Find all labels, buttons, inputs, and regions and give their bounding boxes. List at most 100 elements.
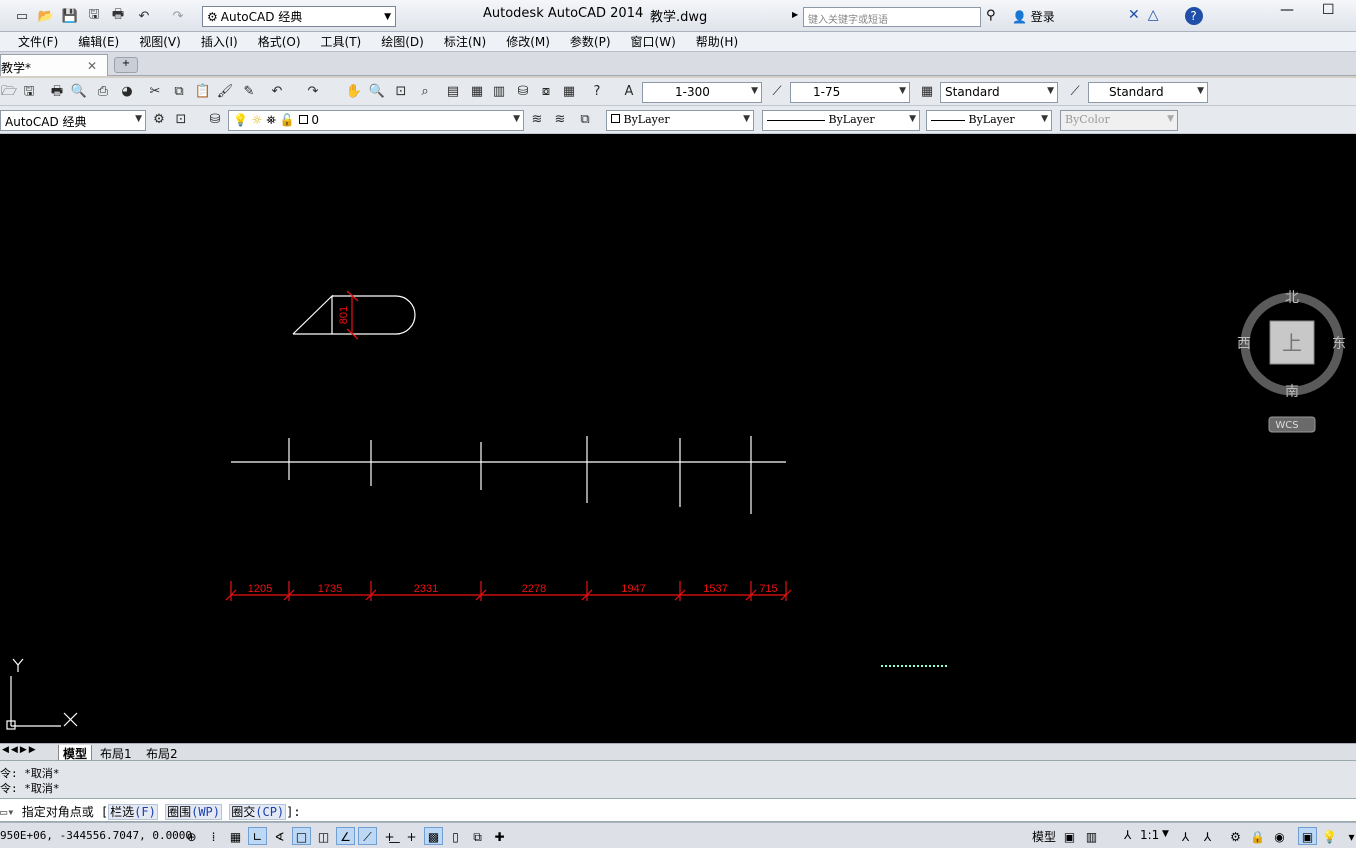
make-current-icon[interactable]: ≋ <box>528 111 546 129</box>
dim-style-icon[interactable]: ⟋ <box>768 83 786 101</box>
linetype-select[interactable]: ByLayer ▼ <box>762 110 920 131</box>
workspace-select[interactable]: ⚙ AutoCAD 经典 ▼ <box>202 6 396 27</box>
coordinates-readout[interactable]: 950E+06, -344556.7047, 0.0000 <box>0 829 192 842</box>
plot-icon[interactable]: 🖶 <box>108 6 128 26</box>
command-line[interactable]: ▭▾ 指定对角点或 [栏选(F) 圈围(WP) 圈交(CP)]: <box>0 798 1356 822</box>
dim-scale-select[interactable]: 1-75 ▼ <box>790 82 910 103</box>
menu-window[interactable]: 窗口(W) <box>631 33 676 50</box>
color-select[interactable]: ByLayer ▼ <box>606 110 754 131</box>
help-icon[interactable]: ? <box>1184 7 1203 25</box>
tool-palettes-icon[interactable]: ▥ <box>490 83 508 101</box>
menu-insert[interactable]: 插入(I) <box>201 33 238 50</box>
quick-properties-icon[interactable]: ▯ <box>446 827 465 845</box>
object-snap-icon[interactable]: □ <box>292 827 311 845</box>
search-input[interactable]: 键入关键字或短语 <box>803 7 981 27</box>
status-menu-icon[interactable]: ▾ <box>1342 827 1356 845</box>
multileader-style-icon[interactable]: ⟋ <box>1066 83 1084 101</box>
drawing-canvas[interactable]: 801 1205 1735 2331 2278 1947 1537 715 上 … <box>0 134 1356 743</box>
sheet-set-icon[interactable]: ⛁ <box>514 83 532 101</box>
shape-arc[interactable] <box>395 295 416 335</box>
text-style-select[interactable]: Standard ▼ <box>940 82 1058 103</box>
snap-mode-icon[interactable]: ⁞ <box>204 827 223 845</box>
save-icon[interactable]: 💾 <box>60 6 80 26</box>
layer-properties-icon[interactable]: ⛁ <box>206 111 224 129</box>
text-style-icon[interactable]: A <box>620 83 638 101</box>
workspace-switch-icon[interactable]: ⚙ <box>1226 827 1245 845</box>
markup-icon[interactable]: ⧇ <box>537 83 555 101</box>
calculator-icon[interactable]: ▦ <box>560 83 578 101</box>
menu-parametric[interactable]: 参数(P) <box>570 33 611 50</box>
dynamic-ucs-icon[interactable]: ⟋ <box>358 827 377 845</box>
triangle-shape[interactable] <box>292 294 333 335</box>
option-wpolygon[interactable]: 圈围(WP) <box>165 804 222 820</box>
binoculars-icon[interactable]: ⚲ <box>986 8 996 23</box>
new-tab-button[interactable]: + <box>114 57 138 73</box>
menu-edit[interactable]: 编辑(E) <box>78 33 119 50</box>
menu-dimension[interactable]: 标注(N) <box>444 33 486 50</box>
exchange-icon[interactable]: ✕ <box>1128 7 1140 25</box>
infer-constraints-icon[interactable]: ⊕ <box>182 827 201 845</box>
copy-icon[interactable]: ⧉ <box>170 83 188 101</box>
customize-icon[interactable]: ⊡ <box>172 111 190 129</box>
new-icon[interactable]: ▭ <box>12 6 32 26</box>
menu-view[interactable]: 视图(V) <box>139 33 181 50</box>
properties-icon[interactable]: ▤ <box>444 83 462 101</box>
annotation-scale-readout[interactable]: 1:1 <box>1140 828 1159 842</box>
3d-osnap-icon[interactable]: ◫ <box>314 827 333 845</box>
pan-icon[interactable]: ✋ <box>345 83 363 101</box>
isolate-objects-icon[interactable]: ▣ <box>1298 827 1317 845</box>
menu-file[interactable]: 文件(F) <box>18 33 58 50</box>
annotation-monitor-icon[interactable]: ✚ <box>490 827 509 845</box>
layer-previous-icon[interactable]: ≋ <box>551 111 569 129</box>
menu-help[interactable]: 帮助(H) <box>696 33 738 50</box>
redo-icon[interactable]: ↷ <box>304 83 322 101</box>
workspace-select[interactable]: AutoCAD 经典 ▼ <box>0 110 146 131</box>
grid-display-icon[interactable]: ▦ <box>226 827 245 845</box>
transparency-icon[interactable]: ▩ <box>424 827 443 845</box>
maximize-button[interactable]: ☐ <box>1322 2 1335 18</box>
model-space-toggle[interactable]: 模型 <box>1032 828 1056 845</box>
table-style-icon[interactable]: ▦ <box>918 83 936 101</box>
dim-style-select[interactable]: Standard ▼ <box>1088 82 1208 103</box>
option-cpolygon[interactable]: 圈交(CP) <box>229 804 287 820</box>
undo-icon[interactable]: ↶ <box>268 83 286 101</box>
minimize-button[interactable]: — <box>1280 2 1294 18</box>
compass-west[interactable]: 西 <box>1237 336 1251 352</box>
ortho-mode-icon[interactable]: ∟ <box>248 827 267 845</box>
cut-icon[interactable]: ✂ <box>146 83 164 101</box>
light-bulb-icon[interactable]: 💡 <box>1320 827 1339 845</box>
annotation-scale-icon[interactable]: ⅄ <box>1124 828 1131 842</box>
document-tab[interactable]: 教学* ✕ <box>0 54 108 76</box>
block-editor-icon[interactable]: ✎ <box>240 83 258 101</box>
plot-preview-icon[interactable]: 🔍 <box>70 83 88 101</box>
layer-select[interactable]: 💡 ☼ ⛯ 🔓 0 ▼ <box>228 110 524 131</box>
undo-icon[interactable]: ↶ <box>134 6 154 26</box>
menu-modify[interactable]: 修改(M) <box>506 33 550 50</box>
login-button[interactable]: 👤 登录 <box>1012 8 1055 25</box>
chevron-down-icon[interactable]: ▼ <box>1162 829 1169 839</box>
help-icon[interactable]: ? <box>588 83 606 101</box>
zoom-window-icon[interactable]: ⊡ <box>392 83 410 101</box>
zoom-realtime-icon[interactable]: 🔍 <box>368 83 386 101</box>
auto-scale-icon[interactable]: ⅄ <box>1198 827 1217 845</box>
open-icon[interactable]: 🗁 <box>0 83 18 101</box>
polar-tracking-icon[interactable]: ∢ <box>270 827 289 845</box>
drawn-shape[interactable] <box>292 294 416 335</box>
paste-icon[interactable]: 📋 <box>194 83 212 101</box>
save-icon[interactable]: 🖫 <box>20 83 38 101</box>
search-expand-icon[interactable]: ▶ <box>792 10 798 19</box>
option-fence[interactable]: 栏选(F) <box>108 804 158 820</box>
close-icon[interactable]: ✕ <box>87 59 97 73</box>
command-menu-icon[interactable]: ▭▾ <box>0 805 14 819</box>
compass-east[interactable]: 东 <box>1332 336 1346 352</box>
compass-north[interactable]: 北 <box>1285 290 1299 306</box>
hardware-acceleration-icon[interactable]: ◉ <box>1270 827 1289 845</box>
save-as-icon[interactable]: 🖫 <box>84 6 104 26</box>
drawing-quick-view-icon[interactable]: ▥ <box>1082 827 1101 845</box>
menu-tools[interactable]: 工具(T) <box>321 33 362 50</box>
redo-icon[interactable]: ↷ <box>168 6 188 26</box>
plot-icon[interactable]: 🖶 <box>48 83 66 101</box>
annotation-scale-select[interactable]: 1-300 ▼ <box>642 82 762 103</box>
compass-south[interactable]: 南 <box>1285 384 1299 400</box>
viewcube[interactable]: 上 北 南 东 西 WCS <box>1235 284 1350 439</box>
